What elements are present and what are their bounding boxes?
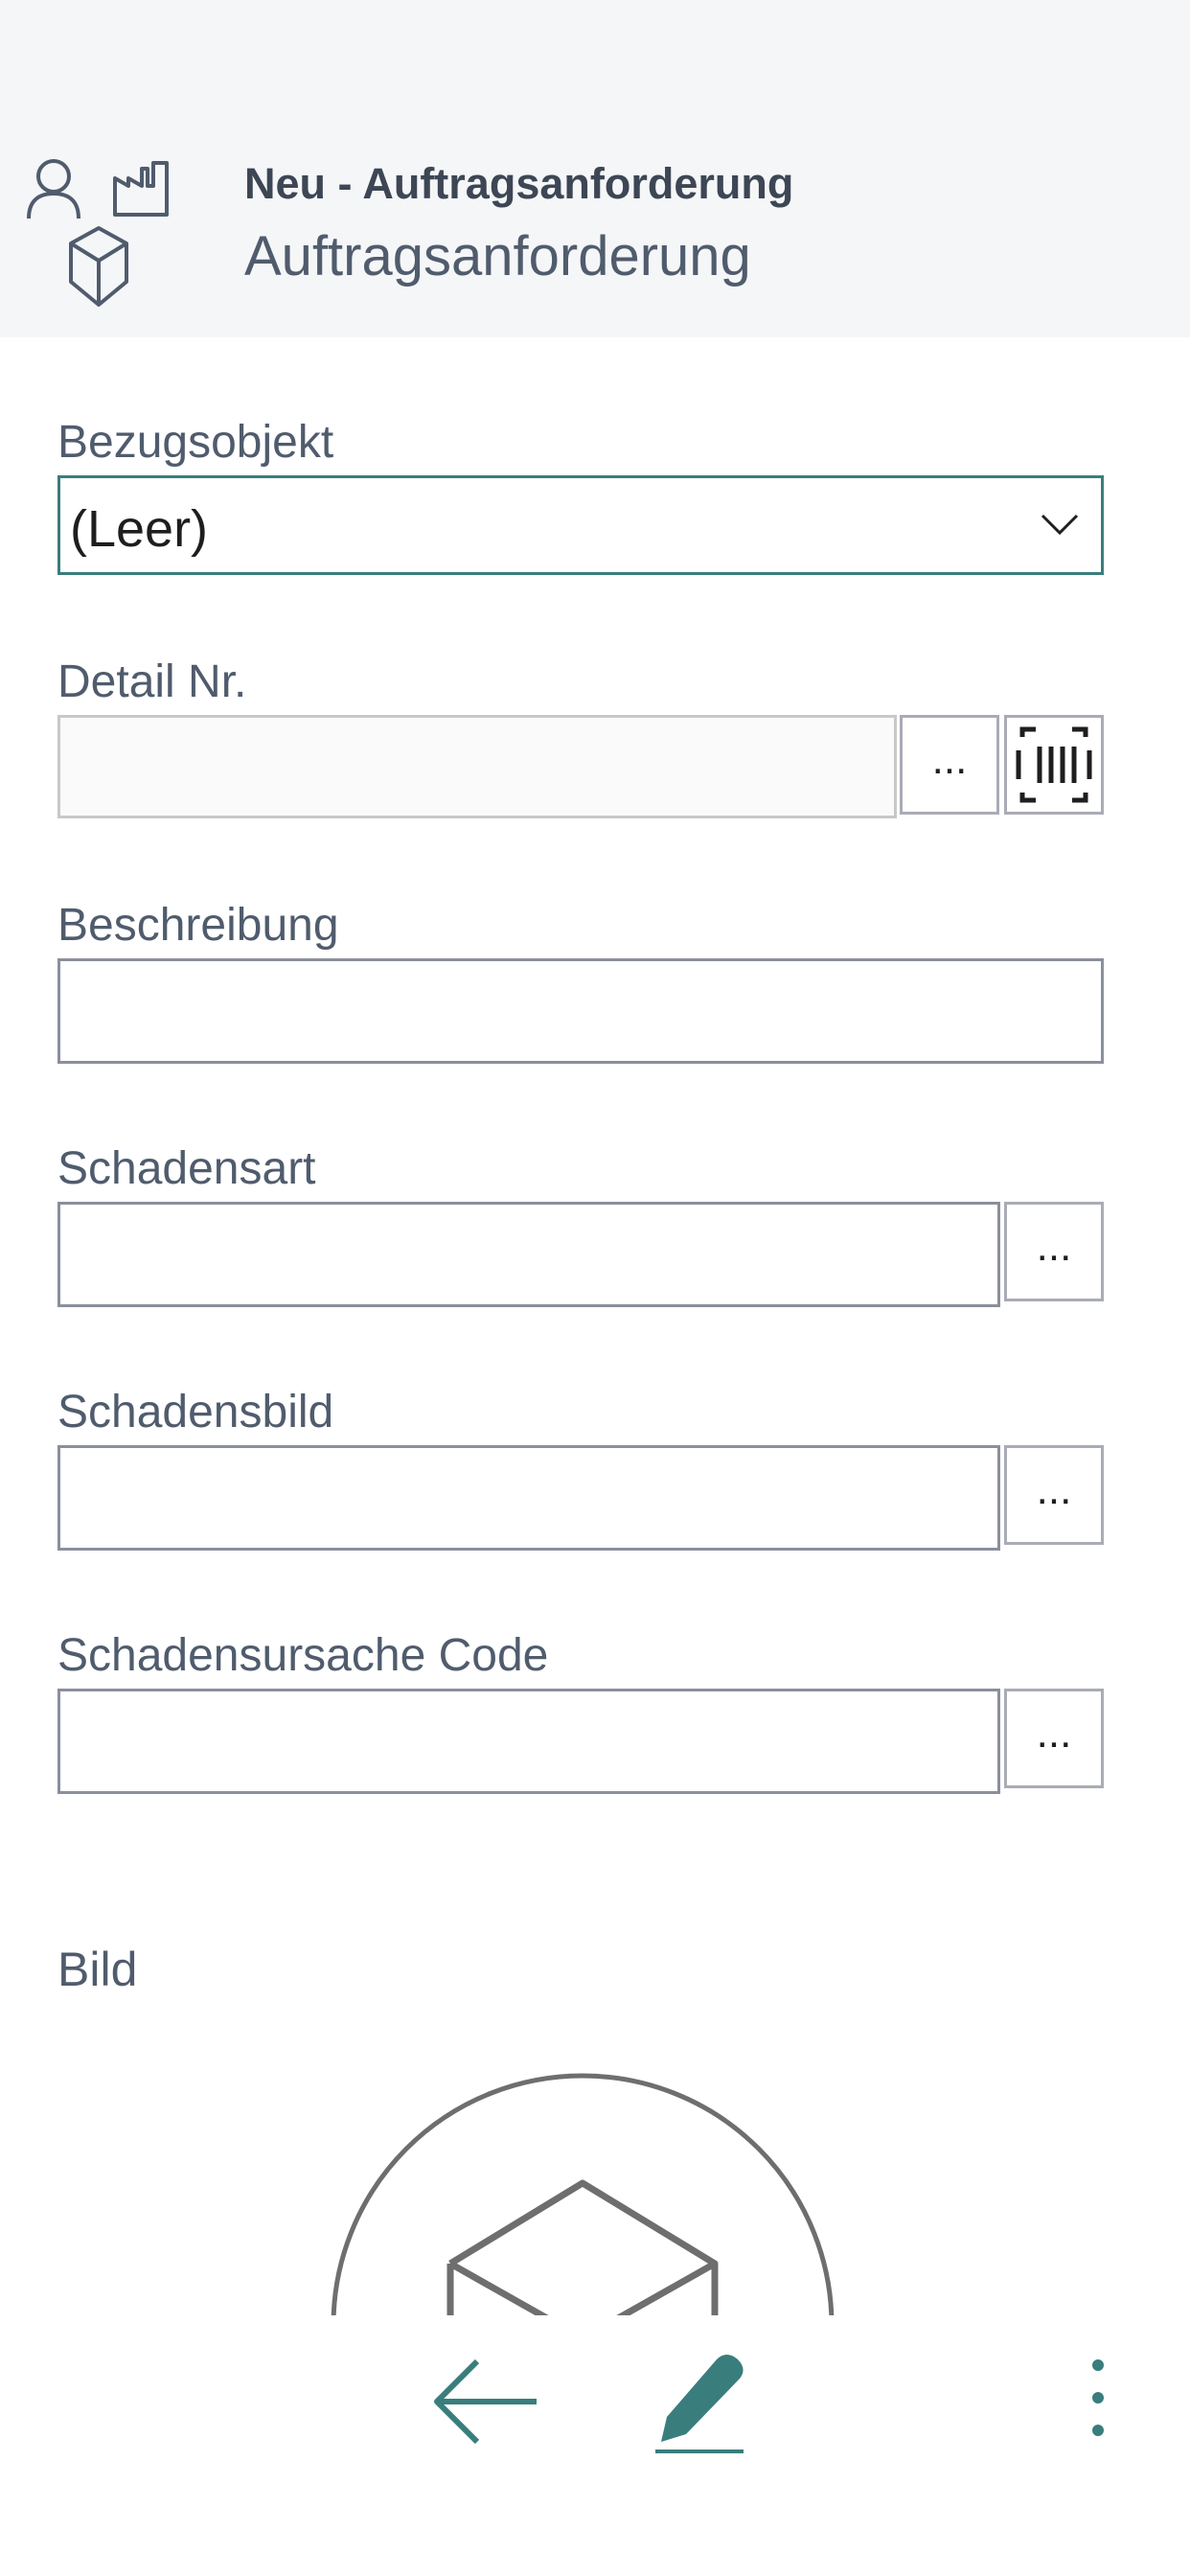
schadensursache-code-field[interactable] bbox=[57, 1689, 1000, 1794]
chevron-down-icon bbox=[1041, 514, 1079, 536]
page-subtitle: Neu - Auftragsanforderung bbox=[244, 159, 794, 208]
schadensbild-label: Schadensbild bbox=[57, 1387, 334, 1438]
schadensursache-code-label: Schadensursache Code bbox=[57, 1630, 549, 1681]
bezugsobjekt-value: (Leer) bbox=[70, 500, 209, 558]
image-placeholder-icon bbox=[331, 2073, 835, 2315]
bezugsobjekt-select[interactable]: (Leer) bbox=[57, 475, 1104, 575]
bild-placeholder[interactable] bbox=[0, 2070, 1190, 2315]
schadensbild-lookup-button[interactable]: ... bbox=[1004, 1445, 1104, 1545]
barcode-scan-icon bbox=[1016, 726, 1092, 803]
page-header: Neu - Auftragsanforderung Auftragsanford… bbox=[0, 0, 1190, 337]
detail-nr-lookup-button[interactable]: ... bbox=[900, 715, 999, 815]
back-button[interactable] bbox=[429, 2354, 544, 2450]
page-title: Auftragsanforderung bbox=[244, 225, 751, 288]
cube-icon bbox=[69, 226, 128, 307]
edit-pencil-icon bbox=[655, 2355, 744, 2453]
schadensart-label: Schadensart bbox=[57, 1143, 316, 1194]
schadensart-field[interactable] bbox=[57, 1202, 1000, 1307]
more-options-button[interactable] bbox=[1079, 2354, 1117, 2442]
more-vertical-icon bbox=[1092, 2359, 1104, 2436]
detail-nr-field[interactable] bbox=[57, 715, 897, 818]
person-icon bbox=[27, 159, 80, 219]
bezugsobjekt-label: Bezugsobjekt bbox=[57, 417, 334, 468]
bild-label: Bild bbox=[57, 1943, 138, 1996]
beschreibung-field[interactable] bbox=[57, 958, 1104, 1064]
schadensursache-code-lookup-button[interactable]: ... bbox=[1004, 1689, 1104, 1788]
beschreibung-label: Beschreibung bbox=[57, 900, 339, 951]
barcode-scan-button[interactable] bbox=[1004, 715, 1104, 815]
edit-button[interactable] bbox=[650, 2350, 751, 2457]
detail-nr-label: Detail Nr. bbox=[57, 656, 247, 707]
schadensart-lookup-button[interactable]: ... bbox=[1004, 1202, 1104, 1301]
header-icon-group bbox=[25, 157, 178, 320]
bottom-toolbar bbox=[0, 2315, 1190, 2576]
schadensbild-field[interactable] bbox=[57, 1445, 1000, 1551]
back-arrow-icon bbox=[434, 2358, 537, 2445]
factory-icon bbox=[113, 161, 169, 217]
